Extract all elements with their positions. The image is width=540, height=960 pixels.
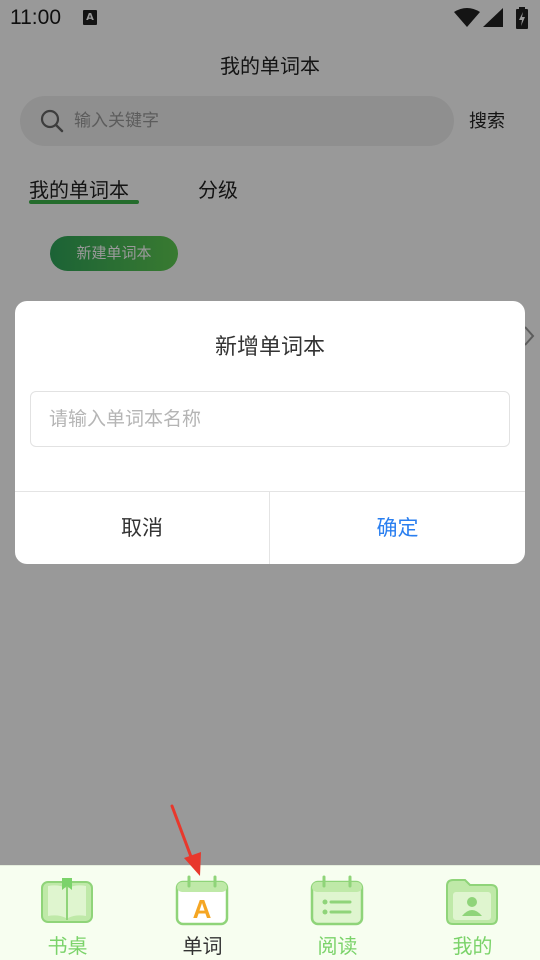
dialog-title: 新增单词本 bbox=[214, 335, 325, 360]
profile-folder-icon bbox=[446, 879, 498, 925]
reading-list-icon bbox=[310, 875, 364, 926]
nav-item-desk[interactable]: 书桌 bbox=[0, 866, 135, 960]
nav-item-reading[interactable]: 阅读 bbox=[270, 866, 405, 960]
nav-label-reading: 阅读 bbox=[317, 934, 358, 958]
screen: 11:00 A 我的单词本 搜索 我的单词本 分级 新建单词本 bbox=[0, 0, 540, 960]
confirm-button[interactable]: 确定 bbox=[270, 492, 525, 564]
nav-label-mine: 我的 bbox=[452, 934, 493, 958]
word-a-letter: A bbox=[193, 894, 212, 924]
nav-item-mine[interactable]: 我的 bbox=[405, 866, 540, 960]
annotation-arrow-icon bbox=[170, 804, 201, 876]
nav-label-words: 单词 bbox=[182, 934, 223, 958]
book-icon bbox=[41, 878, 93, 923]
nav-item-words[interactable]: A 单词 bbox=[135, 866, 270, 960]
wordbook-name-input[interactable] bbox=[30, 391, 510, 447]
new-wordbook-dialog: 新增单词本 取消 确定 bbox=[15, 301, 525, 564]
nav-label-desk: 书桌 bbox=[47, 934, 88, 958]
word-a-icon: A bbox=[175, 875, 229, 926]
cancel-button[interactable]: 取消 bbox=[15, 492, 269, 564]
bottom-nav: 书桌 A 单词 阅读 我的 bbox=[0, 865, 540, 960]
